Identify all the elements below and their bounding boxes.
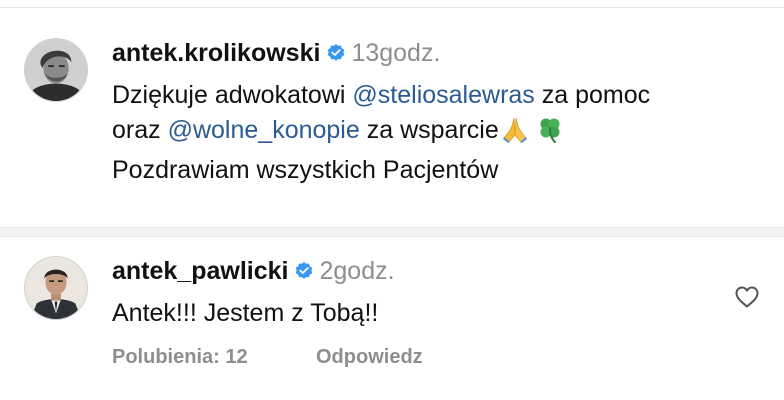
comment-text: Pozdrawiam wszystkich Pacjentów: [112, 156, 499, 184]
comments-page: antek.krolikowski 13godz. Dziękuje adwoka…: [0, 0, 784, 400]
comment-body-line: Dziękuje adwokatowi @steliosalewras za p…: [112, 78, 650, 113]
reply-button[interactable]: Odpowiedz: [316, 346, 423, 369]
avatar-photo-icon: [25, 39, 87, 101]
avatar-photo-icon: [25, 257, 87, 319]
verified-badge-icon: [294, 261, 314, 281]
verified-badge-icon: [326, 43, 346, 63]
comment-text: Dziękuje adwokatowi: [112, 81, 353, 109]
comment-body-line: oraz @wolne_konopie za wsparcie: [112, 113, 564, 148]
mention-link[interactable]: @steliosalewras: [352, 81, 534, 109]
folded-hands-icon: [500, 114, 530, 144]
comment-timestamp: 13godz.: [351, 39, 441, 67]
username-link[interactable]: antek.krolikowski: [112, 39, 320, 67]
comment-separator: [0, 227, 784, 237]
username-link[interactable]: antek_pawlicki: [112, 257, 288, 285]
top-divider: [0, 7, 784, 8]
avatar[interactable]: [24, 256, 88, 320]
comment-header: antek.krolikowski 13godz.: [112, 36, 440, 71]
heart-outline-icon[interactable]: [734, 285, 760, 309]
four-leaf-clover-icon: [536, 115, 564, 143]
comment-header: antek_pawlicki 2godz.: [112, 254, 395, 289]
comment-text: za pomoc: [534, 81, 651, 109]
mention-link[interactable]: @wolne_konopie: [168, 116, 360, 144]
comment-text: Antek!!! Jestem z Tobą!!: [112, 299, 379, 327]
avatar[interactable]: [24, 38, 88, 102]
comment-text: oraz: [112, 116, 168, 144]
comment-text: za wsparcie: [359, 116, 499, 144]
likes-count[interactable]: Polubienia: 12: [112, 346, 248, 369]
comment-timestamp: 2godz.: [319, 257, 395, 285]
